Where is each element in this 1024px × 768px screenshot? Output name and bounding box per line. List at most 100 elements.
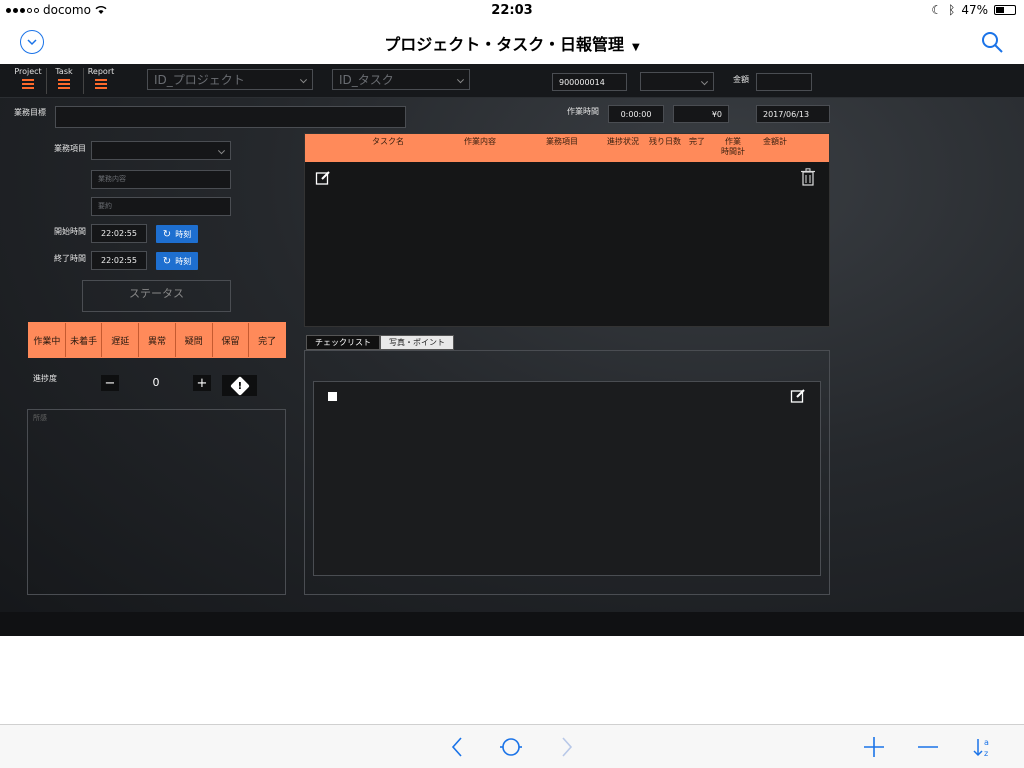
task-select[interactable]: ID_タスク <box>332 69 470 90</box>
nav-task-label: Task <box>55 67 73 76</box>
status-button-question[interactable]: 疑問 <box>175 323 213 357</box>
work-time-field[interactable]: 0:00:00 <box>608 105 664 123</box>
moon-icon: ☾ <box>931 3 943 17</box>
page-title-text: プロジェクト・タスク・日報管理 <box>384 35 624 54</box>
main-content: Project Task Report ID_プロジェクト ID_タスク 900… <box>0 64 1024 636</box>
progress-label: 進捗度 <box>33 374 57 383</box>
end-time-field[interactable]: 22:02:55 <box>91 251 147 270</box>
nav-project-label: Project <box>14 67 42 76</box>
nav-report-label: Report <box>87 67 115 76</box>
chevron-down-icon <box>700 77 709 85</box>
tab-photo-points[interactable]: 写真・ポイント <box>380 335 454 350</box>
sort-az-icon[interactable]: az <box>971 735 995 759</box>
nav-project[interactable]: Project <box>9 67 47 89</box>
table-header: タスク名 作業内容 業務項目 進捗状況 残り日数 完了 作業 時間計 金額計 <box>305 134 829 162</box>
list-icon <box>22 79 34 89</box>
battery-percent: 47% <box>961 3 988 17</box>
project-select-placeholder: ID_プロジェクト <box>154 73 245 87</box>
clock: 22:03 <box>491 3 533 18</box>
amount-label: 金額 <box>733 75 749 84</box>
start-time-value: 22:02:55 <box>101 229 137 238</box>
status-bar: docomo 22:03 ☾ ᛒ 47% <box>0 0 1024 20</box>
end-time-button[interactable]: ↻ 時刻 <box>156 252 198 270</box>
refresh-icon: ↻ <box>162 255 172 267</box>
bluetooth-icon: ᛒ <box>948 3 956 17</box>
list-icon <box>58 79 70 89</box>
item-label: 業務項目 <box>54 144 86 153</box>
column-header-work-time-total: 作業 時間計 <box>721 137 745 156</box>
status-button-done[interactable]: 完了 <box>249 323 286 357</box>
status-button-group: 作業中 未着手 遅延 異常 疑問 保留 完了 <box>28 322 286 358</box>
date-value: 2017/06/13 <box>763 109 810 119</box>
status-right: ☾ ᛒ 47% <box>931 3 1016 17</box>
project-select[interactable]: ID_プロジェクト <box>147 69 313 90</box>
minus-icon[interactable] <box>916 735 940 759</box>
svg-text:z: z <box>984 749 988 758</box>
id-value: 900000014 <box>559 77 605 87</box>
circle-icon[interactable] <box>499 735 523 759</box>
column-header-progress: 進捗状況 <box>607 137 639 146</box>
progress-increment-button[interactable]: + <box>193 375 211 391</box>
status-button-on-hold[interactable]: 保留 <box>212 323 250 357</box>
plus-icon[interactable] <box>862 735 886 759</box>
goal-label: 業務目標 <box>14 108 46 117</box>
memo-placeholder: 所感 <box>33 414 47 422</box>
tab-checklist[interactable]: チェックリスト <box>306 335 380 350</box>
search-icon[interactable] <box>980 30 1004 54</box>
end-time-value: 22:02:55 <box>101 256 137 265</box>
status-field[interactable]: ステータス <box>82 280 231 312</box>
date-field[interactable]: 2017/06/13 <box>756 105 830 123</box>
checklist-checkbox[interactable] <box>328 392 337 401</box>
chevron-down-icon <box>299 75 308 83</box>
edit-icon[interactable] <box>315 170 331 186</box>
money-field[interactable]: ¥0 <box>673 105 729 123</box>
column-header-days-left: 残り日数 <box>649 137 681 146</box>
status-button-delayed[interactable]: 遅延 <box>102 323 140 357</box>
bottom-toolbar: az <box>0 724 1024 768</box>
id-field[interactable]: 900000014 <box>552 73 627 91</box>
content-field[interactable]: 業務内容 <box>91 170 231 189</box>
chevron-right-icon[interactable] <box>554 735 578 759</box>
edit-icon[interactable] <box>790 388 806 404</box>
chevron-down-icon <box>456 75 465 83</box>
chevron-down-icon <box>217 146 226 154</box>
trash-icon[interactable] <box>801 168 815 186</box>
summary-field[interactable]: 要約 <box>91 197 231 216</box>
money-value: ¥0 <box>711 109 722 119</box>
page-title[interactable]: プロジェクト・タスク・日報管理 ▼ <box>0 31 1024 55</box>
item-select[interactable] <box>91 141 231 160</box>
goal-field[interactable] <box>55 106 406 128</box>
status-button-not-started[interactable]: 未着手 <box>65 323 103 357</box>
summary-placeholder: 要約 <box>98 202 112 210</box>
list-icon <box>95 79 107 89</box>
task-select-placeholder: ID_タスク <box>339 73 394 87</box>
content-placeholder: 業務内容 <box>98 175 126 183</box>
warning-button[interactable]: ! <box>222 375 257 396</box>
progress-decrement-button[interactable]: − <box>101 375 119 391</box>
top-select[interactable] <box>640 72 714 91</box>
column-header-amount-total: 金額計 <box>763 137 787 146</box>
end-time-label: 終了時間 <box>54 254 86 263</box>
status-button-in-progress[interactable]: 作業中 <box>29 323 66 357</box>
memo-field[interactable]: 所感 <box>27 409 286 595</box>
nav-report[interactable]: Report <box>82 67 120 89</box>
work-time-value: 0:00:00 <box>620 109 652 119</box>
nav-task[interactable]: Task <box>45 67 83 89</box>
progress-value: 0 <box>152 376 160 389</box>
work-time-label: 作業時間 <box>567 107 599 116</box>
chevron-left-icon[interactable] <box>446 735 470 759</box>
status-button-abnormal[interactable]: 異常 <box>139 323 176 357</box>
bottom-band <box>0 612 1024 636</box>
status-placeholder: ステータス <box>129 287 184 300</box>
start-time-button[interactable]: ↻ 時刻 <box>156 225 198 243</box>
navigation-bar: プロジェクト・タスク・日報管理 ▼ <box>0 20 1024 64</box>
tab-bar: チェックリスト 写真・ポイント <box>306 335 454 350</box>
end-time-button-label: 時刻 <box>175 256 192 266</box>
amount-field[interactable] <box>756 73 812 91</box>
warning-icon: ! <box>229 375 250 396</box>
start-time-field[interactable]: 22:02:55 <box>91 224 147 243</box>
column-header-done: 完了 <box>689 137 705 146</box>
start-time-button-label: 時刻 <box>175 229 192 239</box>
column-header-work-item: 業務項目 <box>546 137 578 146</box>
battery-icon <box>994 5 1016 15</box>
